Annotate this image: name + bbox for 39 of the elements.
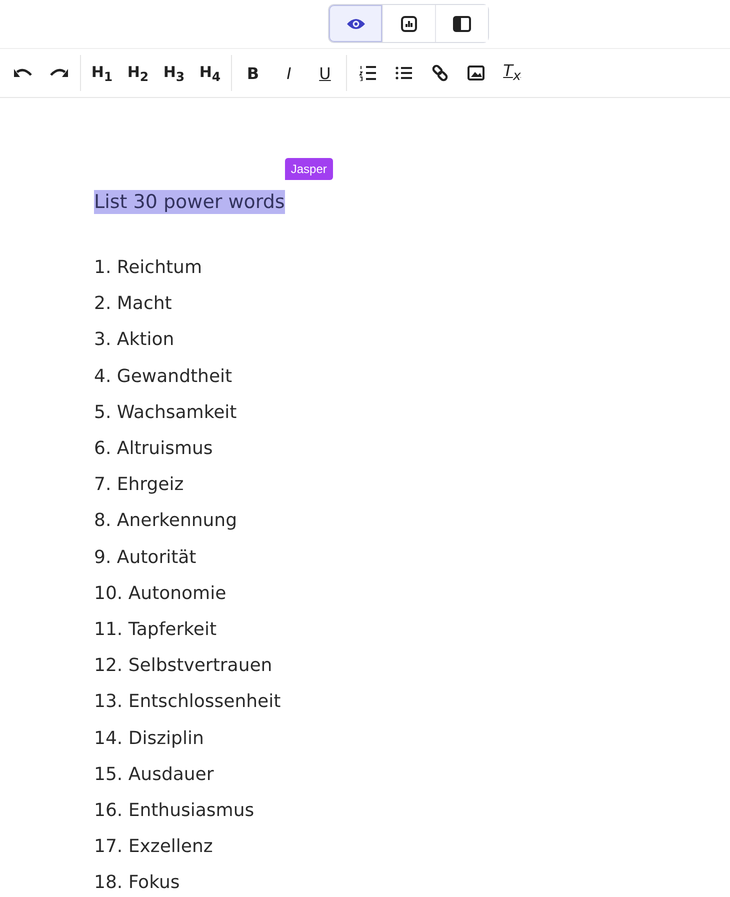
redo-icon bbox=[49, 66, 69, 80]
bold-button[interactable]: B bbox=[235, 57, 271, 89]
list-item: 14. Disziplin bbox=[94, 726, 205, 751]
heading-button[interactable]: H$_{4}$ bbox=[192, 57, 228, 89]
list-item: 10. Autonomie bbox=[94, 582, 228, 606]
clear-format-button[interactable]: T$_{x}$ bbox=[494, 57, 530, 89]
numbered-list-icon bbox=[359, 65, 377, 81]
image-icon bbox=[467, 65, 485, 81]
list-item: 5. Wachsamkeit bbox=[94, 400, 238, 425]
preview-mode-button[interactable] bbox=[329, 5, 382, 42]
eye-icon bbox=[346, 16, 366, 30]
list-item: 2. Macht bbox=[94, 292, 173, 316]
list-item: 8. Anerkennung bbox=[94, 509, 238, 534]
chart-icon bbox=[400, 14, 418, 32]
heading-button[interactable]: H$_{2}$ bbox=[120, 57, 156, 89]
list-item: 3. Aktion bbox=[94, 328, 176, 352]
list-item: 1. Reichtum bbox=[94, 256, 203, 280]
list-item: 6. Altruismus bbox=[94, 437, 214, 462]
list-item: 9. Autorität bbox=[94, 546, 198, 570]
heading-button[interactable]: H$_{3}$ bbox=[156, 57, 192, 89]
sidebar-icon bbox=[452, 14, 472, 32]
list-item: 13. Entschlossenheit bbox=[94, 690, 282, 714]
list-item: 4. Gewandtheit bbox=[94, 364, 234, 389]
list-item: 17. Exzellenz bbox=[94, 835, 214, 860]
bullet-list-icon bbox=[395, 66, 413, 80]
link-icon bbox=[431, 64, 449, 82]
list-item: 7. Ehrgeiz bbox=[94, 473, 185, 498]
prompt-text: List 30 power words bbox=[94, 190, 285, 214]
italic-button[interactable]: I bbox=[271, 57, 307, 89]
list-item: 12. Selbstvertrauen bbox=[94, 654, 274, 678]
author-tag: Jasper bbox=[284, 158, 333, 180]
list-item: 16. Enthusiasmus bbox=[94, 799, 256, 824]
heading-button[interactable]: H$_{1}$ bbox=[84, 57, 120, 89]
list-item: 18. Fokus bbox=[94, 871, 181, 896]
list-item: 11. Tapferkeit bbox=[94, 618, 218, 642]
underline-button[interactable]: U bbox=[307, 57, 343, 89]
panel-mode-button[interactable] bbox=[435, 5, 488, 42]
undo-icon bbox=[13, 66, 33, 80]
list-item: 15. Ausdauer bbox=[94, 762, 215, 787]
